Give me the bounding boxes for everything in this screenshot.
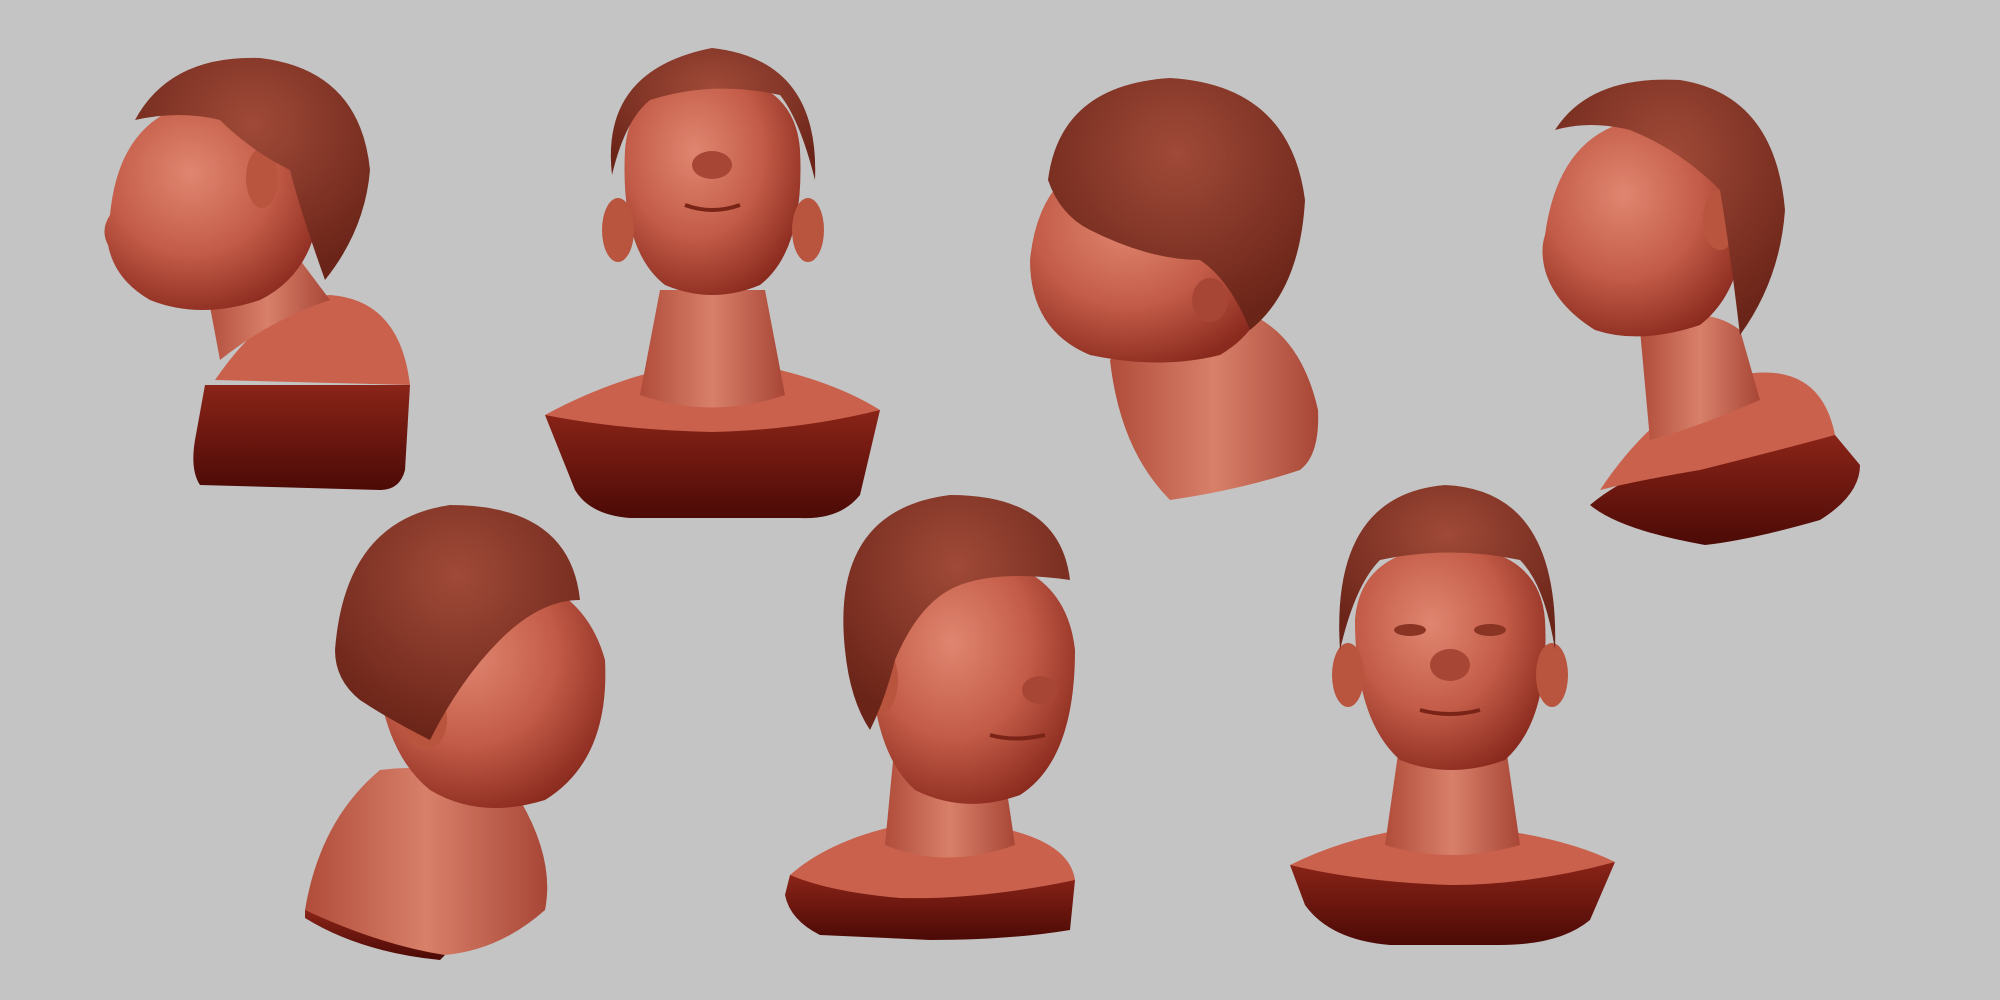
- ear-left: [602, 198, 634, 262]
- bust-neck: [640, 290, 785, 408]
- bust-three-quarter-right: [785, 495, 1075, 940]
- bust-front-tilted-up: [545, 48, 880, 519]
- bust-three-quarter-down: [1030, 78, 1319, 500]
- ear-right: [1536, 643, 1568, 707]
- ear: [1192, 278, 1228, 322]
- ear-right: [792, 198, 824, 262]
- bust-base: [193, 385, 410, 490]
- ear-left: [1332, 643, 1364, 707]
- bust-three-quarter-up: [1542, 79, 1860, 545]
- nose: [1430, 649, 1470, 681]
- bust-three-quarter-right-down: [305, 505, 606, 960]
- bust-left-profile: [104, 57, 410, 490]
- nose: [1022, 676, 1058, 704]
- sculpt-busts-scene: [104, 48, 1860, 960]
- bust-head: [624, 75, 801, 295]
- nose: [692, 151, 732, 179]
- eye-right: [1474, 624, 1506, 636]
- bust-front: [1290, 485, 1615, 945]
- eye-left: [1394, 624, 1426, 636]
